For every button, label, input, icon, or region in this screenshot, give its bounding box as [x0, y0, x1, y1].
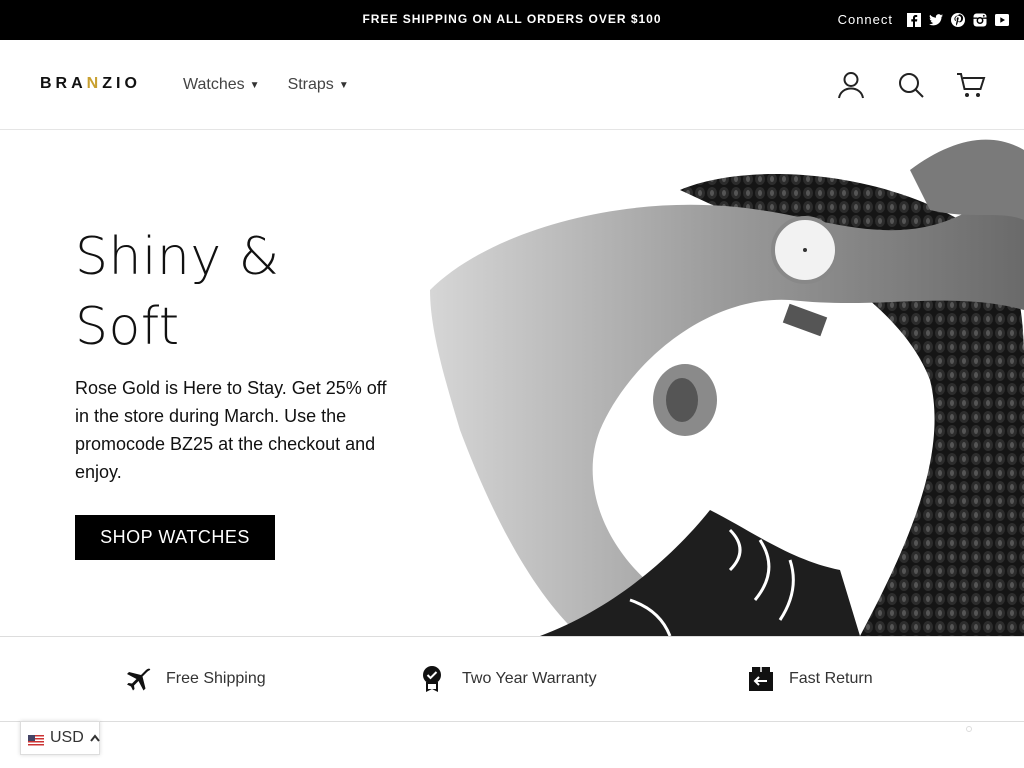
- caret-down-icon: ▼: [249, 79, 260, 91]
- features-strip: Free Shipping Two Year Warranty Fast Ret…: [0, 636, 1024, 722]
- hero-image: [430, 130, 1024, 636]
- feature-label: Two Year Warranty: [462, 670, 597, 687]
- feature-label: Free Shipping: [166, 670, 266, 687]
- feature-free-shipping: Free Shipping: [124, 665, 266, 693]
- twitter-icon[interactable]: [928, 12, 944, 28]
- currency-selector[interactable]: USD: [20, 721, 100, 755]
- nav-item-label: Straps: [287, 76, 334, 93]
- hero-title-line-1: Shiny &: [75, 227, 280, 287]
- pinterest-icon[interactable]: [950, 12, 966, 28]
- hero-content: Shiny & Soft Rose Gold is Here to Stay. …: [75, 222, 405, 486]
- nav-item-straps[interactable]: Straps ▼: [288, 76, 349, 94]
- header-actions: [836, 70, 986, 100]
- site-header: BRANZIO Watches ▼ Straps ▼: [0, 40, 1024, 130]
- main-nav: Watches ▼ Straps ▼: [183, 76, 349, 94]
- connect-label: Connect: [837, 12, 893, 27]
- us-flag-icon: [28, 733, 44, 746]
- currency-code: USD: [50, 729, 84, 746]
- hero-banner: Shiny & Soft Rose Gold is Here to Stay. …: [0, 130, 1024, 636]
- facebook-icon[interactable]: [906, 12, 922, 28]
- airplane-icon: [124, 665, 152, 693]
- instagram-icon[interactable]: [972, 12, 988, 28]
- search-icon[interactable]: [896, 70, 926, 100]
- logo-text-end: ZIO: [102, 75, 141, 92]
- return-box-icon: [747, 665, 775, 693]
- scroll-indicator: [966, 726, 972, 732]
- cart-icon[interactable]: [956, 70, 986, 100]
- account-icon[interactable]: [836, 70, 866, 100]
- nav-item-watches[interactable]: Watches ▼: [183, 76, 260, 94]
- youtube-icon[interactable]: [994, 12, 1010, 28]
- hero-title: Shiny & Soft: [75, 222, 405, 362]
- feature-label: Fast Return: [789, 670, 873, 687]
- promo-bar: FREE SHIPPING ON ALL ORDERS OVER $100 Co…: [0, 0, 1024, 40]
- hero-subtitle: Rose Gold is Here to Stay. Get 25% off i…: [75, 378, 387, 482]
- chevron-up-icon: [90, 729, 100, 747]
- brand-logo[interactable]: BRANZIO: [40, 75, 141, 93]
- logo-text-accent: N: [86, 75, 103, 92]
- logo-text-start: BRA: [40, 75, 87, 92]
- social-links: [906, 12, 1010, 28]
- caret-down-icon: ▼: [338, 79, 349, 91]
- feature-warranty: Two Year Warranty: [420, 665, 597, 693]
- feature-fast-return: Fast Return: [747, 665, 873, 693]
- warranty-badge-icon: [420, 665, 448, 693]
- nav-item-label: Watches: [183, 76, 245, 93]
- hero-title-line-2: Soft: [75, 297, 180, 357]
- shop-watches-button[interactable]: SHOP WATCHES: [75, 515, 275, 560]
